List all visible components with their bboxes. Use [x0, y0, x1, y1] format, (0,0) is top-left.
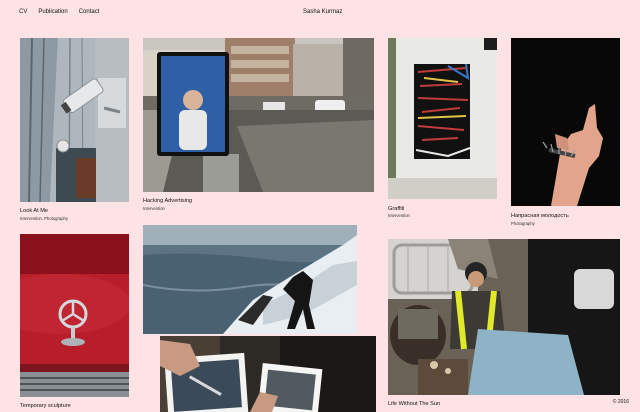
- work-thumbnail-graffiti[interactable]: [388, 38, 497, 199]
- work-title-graffiti[interactable]: Graffiti: [388, 206, 404, 213]
- work-thumbnail-life-without-the-sun[interactable]: [388, 239, 620, 395]
- graffiti-wall-photo: [388, 38, 497, 199]
- street-people-photo: [388, 239, 620, 395]
- work-meta-look-at-me: Intervention, Photography: [20, 216, 68, 221]
- polaroids-photo: [160, 336, 376, 412]
- building-camera-photo: [20, 38, 129, 202]
- hand-gesture-photo: [511, 38, 620, 206]
- work-thumbnail-sea-shore[interactable]: [143, 225, 357, 334]
- work-title-hacking-advertising[interactable]: Hacking Advertising: [143, 198, 192, 205]
- work-title-temporary-sculpture[interactable]: Temporary sculpture: [20, 403, 71, 410]
- work-meta-hacking-advertising: Intervention: [143, 206, 165, 211]
- car-hood-photo: [20, 234, 129, 397]
- billboard-street-photo: [143, 38, 374, 192]
- nav-publication-link[interactable]: Publication: [38, 9, 67, 15]
- sea-snow-photo: [143, 225, 357, 334]
- copyright-notice: © 2016: [612, 399, 629, 405]
- main-nav: CV Publication Contact: [19, 9, 99, 15]
- work-thumbnail-look-at-me[interactable]: [20, 38, 129, 202]
- work-thumbnail-temporary-sculpture[interactable]: [20, 234, 129, 397]
- work-thumbnail-hacking-advertising[interactable]: [143, 38, 374, 192]
- nav-contact-link[interactable]: Contact: [79, 9, 100, 15]
- work-thumbnail-polaroids[interactable]: [160, 336, 376, 412]
- work-title-look-at-me[interactable]: Look At Me: [20, 208, 48, 215]
- work-title-life-without-the-sun[interactable]: Life Without The Sun: [388, 401, 440, 408]
- nav-cv-link[interactable]: CV: [19, 9, 27, 15]
- work-title-naprasnaya-molodost[interactable]: Напрасная молодость: [511, 213, 569, 220]
- site-title-link[interactable]: Sasha Kurmaz: [303, 9, 342, 15]
- work-thumbnail-naprasnaya-molodost[interactable]: [511, 38, 620, 206]
- work-meta-graffiti: Intervention: [388, 213, 410, 218]
- work-meta-naprasnaya-molodost: Photography: [511, 221, 535, 226]
